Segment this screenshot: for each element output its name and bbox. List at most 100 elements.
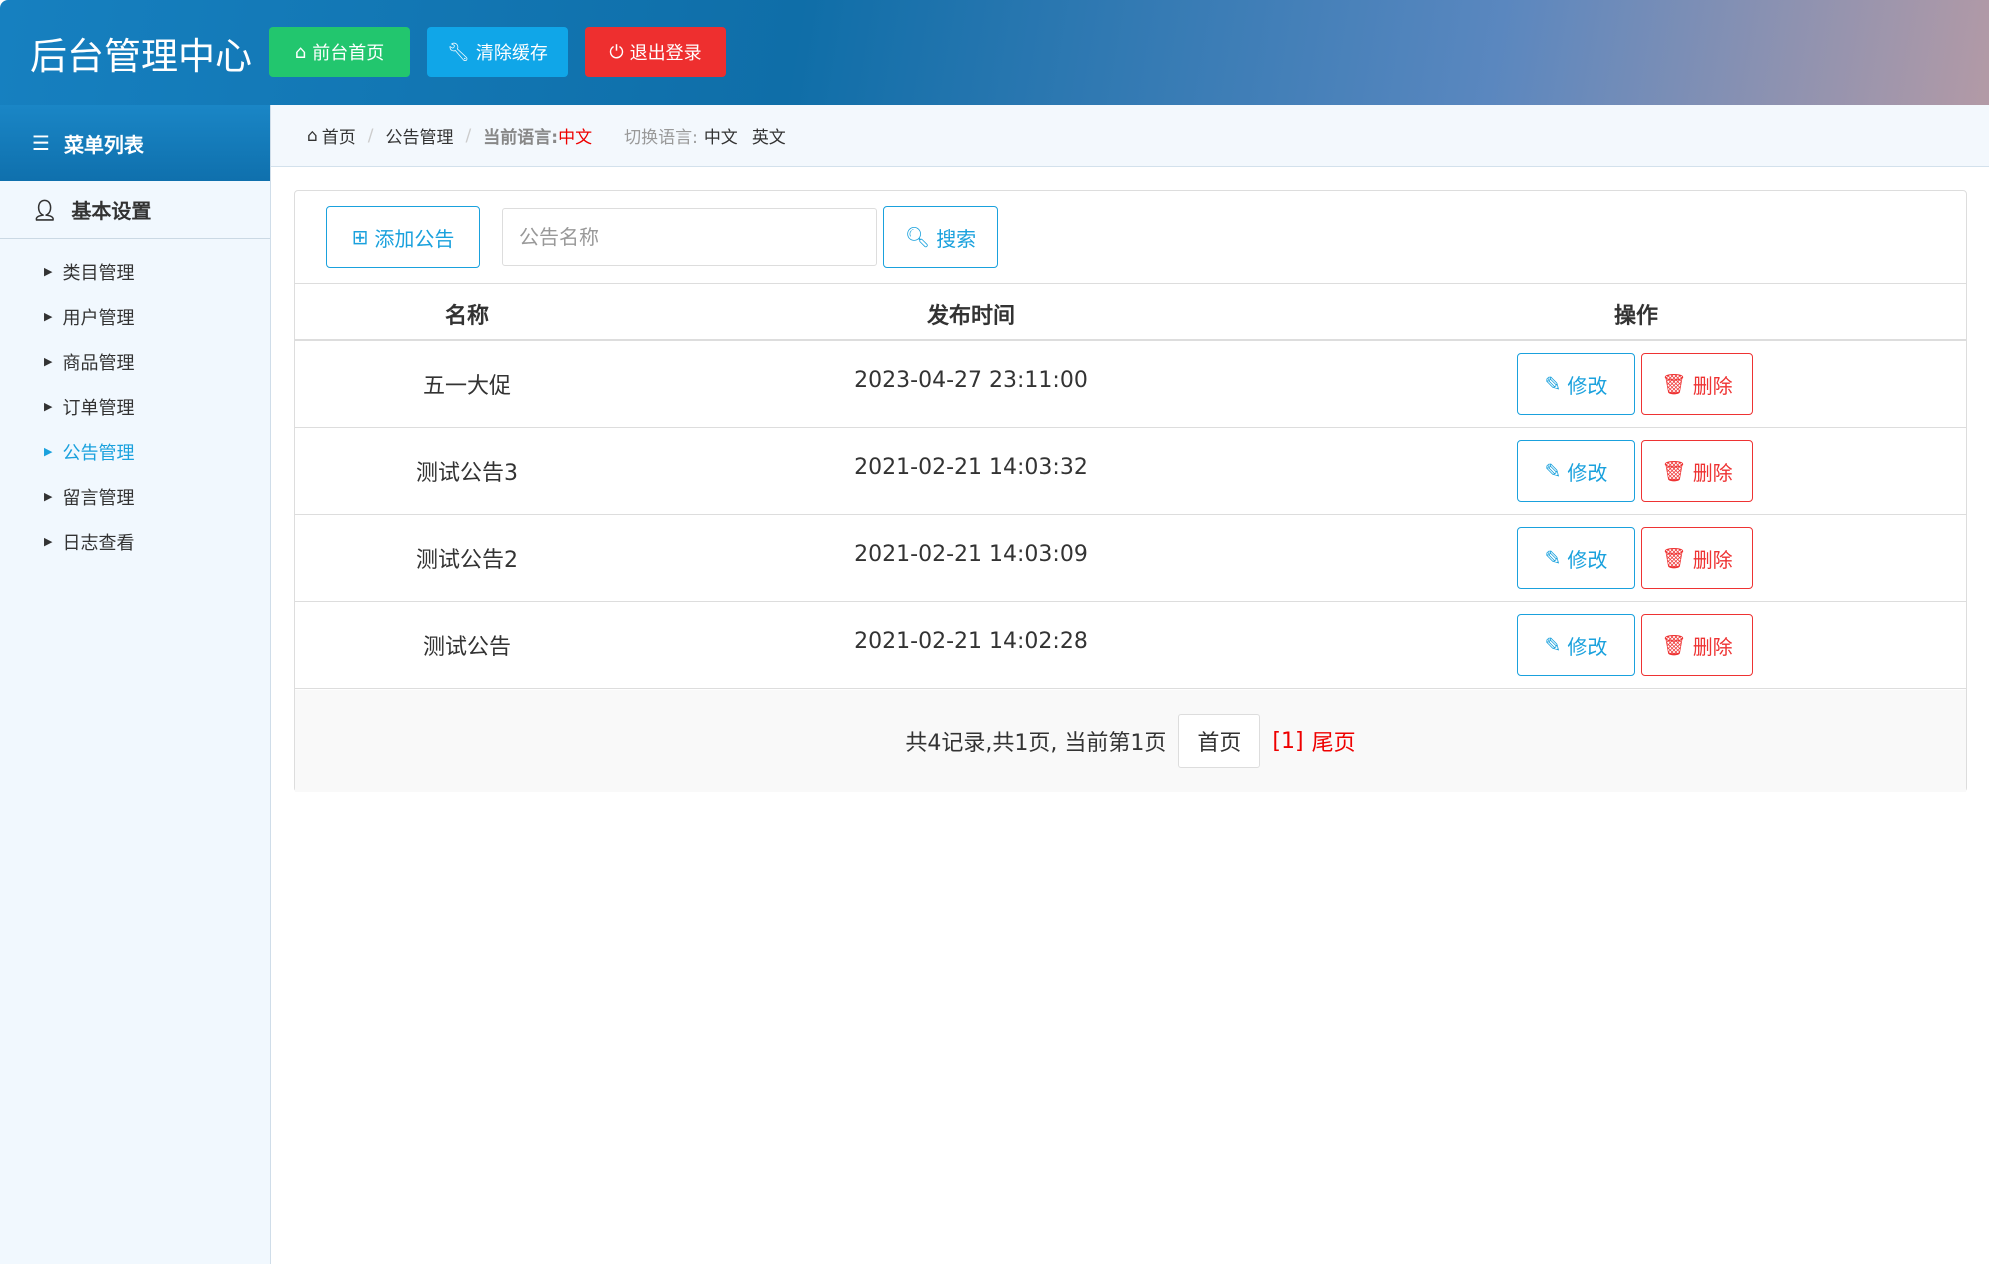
publish-time: 2021-02-21 14:03:32	[854, 455, 1088, 480]
sidebar-heading: ☰ 菜单列表	[0, 105, 270, 181]
announcement-name: 测试公告2	[416, 548, 518, 573]
home-icon: ⌂	[307, 125, 318, 146]
button-label: 修改	[1567, 460, 1608, 485]
announcement-name: 测试公告3	[416, 461, 518, 486]
sidebar-item-orders[interactable]: ▶ 订单管理	[0, 384, 270, 429]
delete-button[interactable]: 🗑︎ 删除	[1641, 440, 1753, 502]
current-language: 中文	[558, 128, 593, 148]
announcement-name: 五一大促	[422, 374, 512, 399]
caret-right-icon: ▶	[44, 445, 53, 458]
button-label: 删除	[1692, 460, 1733, 485]
table-row: 测试公告3 2021-02-21 14:03:32 ✎ 修改 🗑︎ 删除	[295, 428, 1966, 515]
language-option-chinese[interactable]: 中文	[704, 123, 738, 148]
edit-icon: ✎	[1544, 459, 1562, 483]
edit-button[interactable]: ✎ 修改	[1517, 353, 1635, 415]
sidebar-item-announcements[interactable]: ▶ 公告管理	[0, 429, 270, 474]
column-header-actions: 操作	[1613, 304, 1659, 329]
user-icon: 👤︎	[32, 197, 58, 222]
button-label: 修改	[1567, 634, 1608, 659]
edit-button[interactable]: ✎ 修改	[1517, 527, 1635, 589]
app-title: 后台管理中心	[30, 35, 252, 78]
delete-button[interactable]: 🗑︎ 删除	[1641, 527, 1753, 589]
home-icon: ⌂	[294, 41, 307, 63]
group-label: 基本设置	[71, 199, 152, 223]
button-label: 搜索	[936, 226, 977, 251]
edit-icon: ✎	[1544, 372, 1562, 396]
sidebar: ☰ 菜单列表 👤︎ 基本设置 ▶ 类目管理 ▶ 用户管理 ▶ 商品管理 ▶ 订单管理 ▶ 公告…	[0, 105, 271, 1264]
breadcrumb: ⌂ 首页 / 公告管理 / 当前语言: 中文 切换语言: 中文 英文	[271, 105, 1989, 167]
caret-right-icon: ▶	[44, 400, 53, 413]
button-label: 修改	[1567, 547, 1608, 572]
column-header-time: 发布时间	[926, 304, 1016, 329]
trash-icon: 🗑︎	[1661, 459, 1687, 483]
edit-button[interactable]: ✎ 修改	[1517, 614, 1635, 676]
current-language-label: 当前语言:	[483, 128, 559, 148]
breadcrumb-separator: /	[367, 125, 374, 146]
logout-button[interactable]: ⏻ 退出登录	[585, 27, 726, 77]
delete-button[interactable]: 🗑︎ 删除	[1641, 353, 1753, 415]
search-button[interactable]: 🔍︎ 搜索	[883, 206, 998, 268]
last-page-link[interactable]: 尾页	[1312, 725, 1356, 757]
publish-time: 2021-02-21 14:03:09	[854, 542, 1088, 567]
publish-time: 2023-04-27 23:11:00	[854, 368, 1088, 393]
table-header: 名称 发布时间 操作	[295, 283, 1966, 341]
announcement-name: 测试公告	[422, 635, 512, 660]
trash-icon: 🗑︎	[1661, 372, 1687, 396]
sidebar-item-users[interactable]: ▶ 用户管理	[0, 294, 270, 339]
trash-icon: 🗑︎	[1661, 546, 1687, 570]
edit-icon: ✎	[1544, 633, 1562, 657]
item-label: 商品管理	[62, 352, 135, 374]
add-announcement-button[interactable]: ⊞ 添加公告	[326, 206, 480, 268]
button-label: 删除	[1692, 373, 1733, 398]
table-row: 五一大促 2023-04-27 23:11:00 ✎ 修改 🗑︎ 删除	[295, 341, 1966, 428]
sidebar-item-messages[interactable]: ▶ 留言管理	[0, 474, 270, 519]
column-header-name: 名称	[444, 304, 490, 329]
trash-icon: 🗑︎	[1661, 633, 1687, 657]
language-option-english[interactable]: 英文	[752, 123, 786, 148]
delete-button[interactable]: 🗑︎ 删除	[1641, 614, 1753, 676]
power-icon: ⏻	[609, 41, 624, 63]
caret-right-icon: ▶	[44, 355, 53, 368]
button-label: 清除缓存	[475, 43, 548, 64]
item-label: 用户管理	[62, 307, 135, 329]
button-label: 删除	[1692, 547, 1733, 572]
item-label: 订单管理	[62, 397, 135, 419]
item-label: 留言管理	[62, 487, 135, 509]
sidebar-item-products[interactable]: ▶ 商品管理	[0, 339, 270, 384]
switch-language-label: 切换语言:	[624, 128, 698, 148]
top-header: 后台管理中心 ⌂ 前台首页 🔧︎ 清除缓存 ⏻ 退出登录	[0, 0, 1989, 105]
breadcrumb-home[interactable]: 首页	[322, 123, 356, 148]
table-row: 测试公告 2021-02-21 14:02:28 ✎ 修改 🗑︎ 删除	[295, 602, 1966, 689]
announcement-panel: ⊞添加公告 🔍︎搜索 名称 发布时间 操作 五一大促 2023-04-27 23…	[294, 190, 1967, 792]
button-label: 删除	[1692, 634, 1733, 659]
item-label: 公告管理	[62, 442, 135, 464]
caret-right-icon: ▶	[44, 310, 53, 323]
button-label: 退出登录	[629, 43, 702, 64]
sidebar-heading-label: 菜单列表	[63, 132, 144, 157]
clear-cache-button[interactable]: 🔧︎ 清除缓存	[427, 27, 568, 77]
breadcrumb-current: 公告管理	[385, 128, 454, 148]
sidebar-item-category[interactable]: ▶ 类目管理	[0, 249, 270, 294]
button-label: 修改	[1567, 373, 1608, 398]
first-page-button[interactable]: 首页	[1178, 714, 1261, 768]
list-icon: ☰	[32, 131, 50, 155]
button-label: 前台首页	[312, 43, 385, 64]
plus-square-icon: ⊞	[351, 225, 369, 249]
caret-right-icon: ▶	[44, 265, 53, 278]
frontend-home-button[interactable]: ⌂ 前台首页	[269, 27, 410, 77]
caret-right-icon: ▶	[44, 535, 53, 548]
breadcrumb-separator: /	[465, 125, 472, 146]
edit-button[interactable]: ✎ 修改	[1517, 440, 1635, 502]
pagination: 共4记录,共1页, 当前第1页 首页 [1] 尾页	[295, 690, 1966, 792]
item-label: 类目管理	[62, 262, 135, 284]
edit-icon: ✎	[1544, 546, 1562, 570]
caret-right-icon: ▶	[44, 490, 53, 503]
announcement-name-search-input[interactable]	[502, 208, 877, 266]
sidebar-group-basic-settings[interactable]: 👤︎ 基本设置	[0, 181, 270, 239]
search-icon: 🔍︎	[904, 225, 931, 249]
table-row: 测试公告2 2021-02-21 14:03:09 ✎ 修改 🗑︎ 删除	[295, 515, 1966, 602]
sidebar-item-logs[interactable]: ▶ 日志查看	[0, 519, 270, 564]
button-label: 添加公告	[374, 226, 455, 251]
wrench-icon: 🔧︎	[447, 41, 470, 63]
current-page[interactable]: [1]	[1272, 729, 1303, 754]
